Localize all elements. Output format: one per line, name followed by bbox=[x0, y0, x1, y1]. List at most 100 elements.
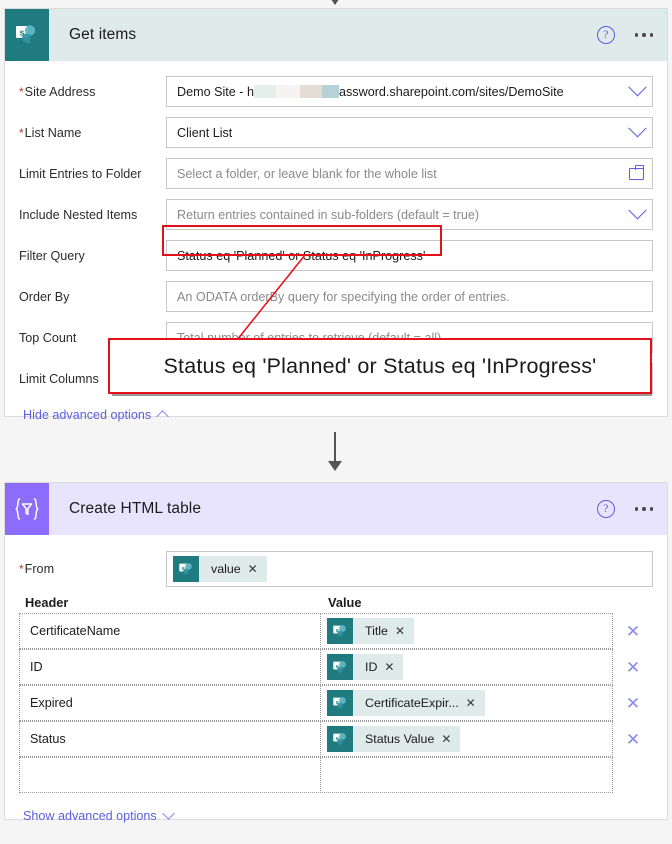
row-header-text: CertificateName bbox=[30, 624, 121, 638]
help-icon[interactable]: ? bbox=[596, 500, 615, 518]
redaction-block-4 bbox=[322, 85, 339, 98]
site-address-value: Demo Site - h bbox=[177, 84, 254, 99]
close-icon[interactable]: ✕ bbox=[466, 697, 485, 709]
required-asterisk: * bbox=[19, 562, 24, 576]
create-html-table-header-actions: ? bbox=[596, 483, 653, 535]
header-value-column-headers: Header Value bbox=[19, 591, 653, 613]
callout-filter-query: Status eq 'Planned' or Status eq 'InProg… bbox=[108, 338, 652, 394]
field-include-nested-items: Include Nested Items Return entries cont… bbox=[19, 194, 653, 235]
help-icon[interactable]: ? bbox=[596, 26, 615, 44]
field-label-include-nested-items: Include Nested Items bbox=[19, 207, 138, 222]
sharepoint-icon: s bbox=[327, 654, 353, 680]
chevron-down-icon[interactable] bbox=[628, 119, 647, 138]
show-advanced-options-link[interactable]: Show advanced options bbox=[21, 793, 653, 833]
from-input[interactable]: s value ✕ bbox=[166, 551, 653, 587]
row-value-cell[interactable]: s Status Value ✕ bbox=[320, 721, 613, 757]
token-label: Title bbox=[365, 624, 388, 638]
sharepoint-icon: s bbox=[327, 618, 353, 644]
required-asterisk: * bbox=[19, 125, 24, 140]
close-icon[interactable]: ✕ bbox=[441, 733, 460, 745]
close-icon[interactable]: ✕ bbox=[248, 563, 267, 575]
column-header-header: Header bbox=[25, 595, 69, 610]
flow-connector-top bbox=[328, 0, 342, 5]
sharepoint-icon: s bbox=[327, 690, 353, 716]
limit-entries-to-folder-input[interactable]: Select a folder, or leave blank for the … bbox=[166, 158, 653, 189]
folder-icon[interactable] bbox=[629, 164, 644, 180]
flow-designer-canvas: s Get items ? *Site Address Demo Site - … bbox=[0, 0, 672, 844]
sharepoint-icon: s bbox=[173, 556, 199, 582]
token-value[interactable]: s Title ✕ bbox=[327, 618, 415, 644]
callout-filter-query-text: Status eq 'Planned' or Status eq 'InProg… bbox=[163, 353, 597, 378]
create-html-table-body: *From s value ✕ Header Value Certificate… bbox=[5, 535, 667, 839]
redaction-block-2 bbox=[276, 85, 300, 98]
annotation-leader-line bbox=[236, 254, 306, 341]
field-from: *From s value ✕ bbox=[19, 547, 653, 591]
delete-row-icon[interactable] bbox=[613, 757, 653, 793]
delete-row-icon[interactable]: ✕ bbox=[613, 613, 653, 649]
token-label: ID bbox=[365, 660, 378, 674]
get-items-header[interactable]: s Get items ? bbox=[5, 9, 667, 61]
include-nested-items-placeholder: Return entries contained in sub-folders … bbox=[177, 207, 480, 222]
create-html-table-title: Create HTML table bbox=[69, 500, 202, 517]
sharepoint-icon: s bbox=[327, 726, 353, 752]
field-label-from: *From bbox=[19, 562, 55, 576]
field-list-name: *List Name Client List bbox=[19, 112, 653, 153]
site-address-value-suffix: assword.sharepoint.com/sites/DemoSite bbox=[339, 84, 564, 99]
row-value-cell[interactable]: s Title ✕ bbox=[320, 613, 613, 649]
row-value-cell[interactable] bbox=[320, 757, 613, 793]
get-items-title: Get items bbox=[69, 26, 137, 43]
column-header-value: Value bbox=[328, 595, 362, 610]
limit-entries-to-folder-placeholder: Select a folder, or leave blank for the … bbox=[177, 166, 437, 181]
close-icon[interactable]: ✕ bbox=[384, 661, 403, 673]
row-header-cell[interactable]: CertificateName bbox=[19, 613, 321, 649]
chevron-down-icon[interactable] bbox=[628, 201, 647, 220]
delete-row-icon[interactable]: ✕ bbox=[613, 685, 653, 721]
row-header-text: ID bbox=[30, 660, 43, 674]
delete-row-icon[interactable]: ✕ bbox=[613, 721, 653, 757]
token-value[interactable]: s value ✕ bbox=[173, 556, 267, 582]
list-name-value: Client List bbox=[177, 125, 233, 140]
row-header-cell[interactable]: Expired bbox=[19, 685, 321, 721]
row-value-cell[interactable]: s ID ✕ bbox=[320, 649, 613, 685]
field-label-list-name: *List Name bbox=[19, 125, 82, 140]
include-nested-items-input[interactable]: Return entries contained in sub-folders … bbox=[166, 199, 653, 230]
table-row[interactable]: Status s Status Value ✕ ✕ bbox=[19, 721, 653, 757]
redaction-block-3 bbox=[300, 85, 322, 98]
table-row[interactable]: Expired s CertificateExpir... ✕ ✕ bbox=[19, 685, 653, 721]
create-html-table-card[interactable]: Create HTML table ? *From s value ✕ Head… bbox=[4, 482, 668, 823]
row-header-cell[interactable] bbox=[19, 757, 321, 793]
show-advanced-options-label: Show advanced options bbox=[23, 809, 157, 823]
row-header-cell[interactable]: Status bbox=[19, 721, 321, 757]
chevron-down-icon bbox=[161, 807, 175, 820]
hide-advanced-options-link[interactable]: Hide advanced options bbox=[21, 399, 653, 432]
more-options-icon[interactable] bbox=[634, 507, 653, 511]
row-value-cell[interactable]: s CertificateExpir... ✕ bbox=[320, 685, 613, 721]
table-row[interactable]: ID s ID ✕ ✕ bbox=[19, 649, 653, 685]
table-row[interactable]: CertificateName s Title ✕ ✕ bbox=[19, 613, 653, 649]
row-header-text: Status bbox=[30, 732, 66, 746]
create-html-table-header[interactable]: Create HTML table ? bbox=[5, 483, 667, 535]
field-limit-entries-to-folder: Limit Entries to Folder Select a folder,… bbox=[19, 153, 653, 194]
token-label: CertificateExpir... bbox=[365, 696, 459, 710]
token-value[interactable]: s CertificateExpir... ✕ bbox=[327, 690, 485, 716]
delete-row-icon[interactable]: ✕ bbox=[613, 649, 653, 685]
chevron-down-icon[interactable] bbox=[628, 78, 647, 97]
required-asterisk: * bbox=[19, 84, 24, 99]
get-items-header-actions: ? bbox=[596, 9, 653, 61]
list-name-input[interactable]: Client List bbox=[166, 117, 653, 148]
token-value[interactable]: s Status Value ✕ bbox=[327, 726, 461, 752]
redaction-block-1 bbox=[254, 85, 276, 98]
row-header-cell[interactable]: ID bbox=[19, 649, 321, 685]
close-icon[interactable]: ✕ bbox=[395, 625, 414, 637]
row-header-text: Expired bbox=[30, 696, 73, 710]
hide-advanced-options-label: Hide advanced options bbox=[23, 408, 152, 422]
token-label: value bbox=[211, 562, 241, 576]
site-address-input[interactable]: Demo Site - h assword.sharepoint.com/site… bbox=[166, 76, 653, 107]
token-label: Status Value bbox=[365, 732, 435, 746]
field-label-limit-entries-to-folder: Limit Entries to Folder bbox=[19, 166, 142, 181]
flow-connector-mid bbox=[328, 432, 342, 471]
field-site-address: *Site Address Demo Site - h assword.share… bbox=[19, 71, 653, 112]
more-options-icon[interactable] bbox=[634, 33, 653, 37]
table-row[interactable] bbox=[19, 757, 653, 793]
token-value[interactable]: s ID ✕ bbox=[327, 654, 404, 680]
